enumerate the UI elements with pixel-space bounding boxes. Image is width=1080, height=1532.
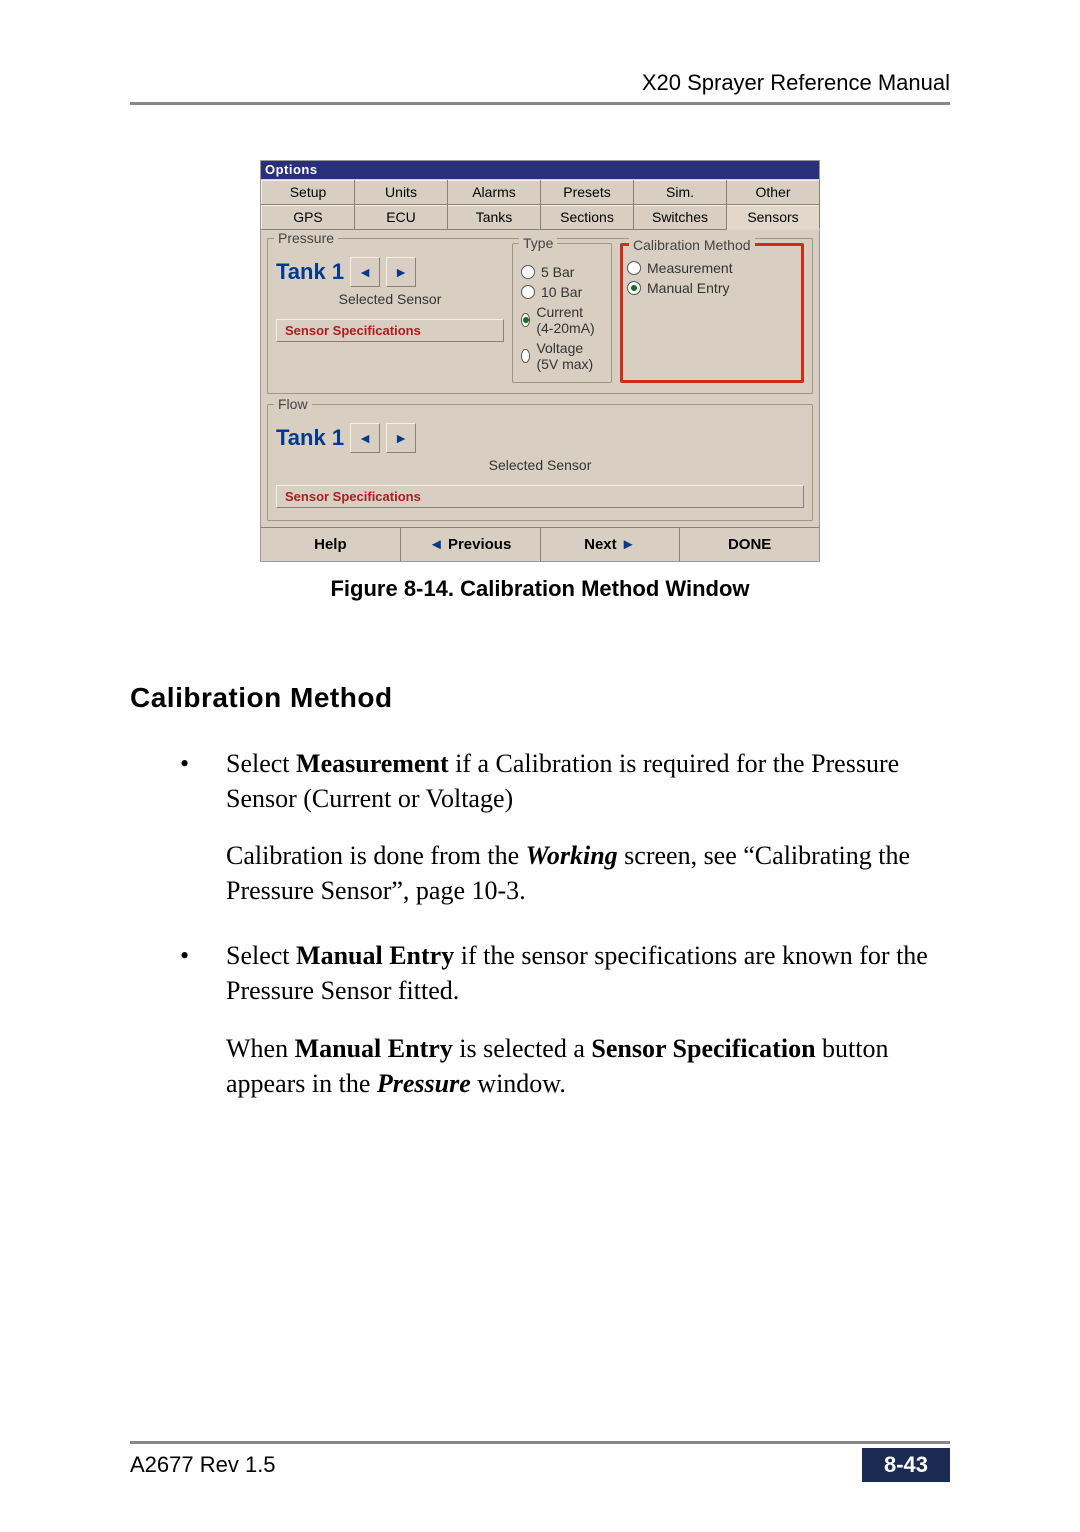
calibration-legend: Calibration Method — [629, 237, 755, 253]
options-window: Options Setup Units Alarms Presets Sim. … — [260, 160, 820, 562]
done-button[interactable]: DONE — [680, 528, 819, 561]
text: is selected a — [453, 1034, 592, 1063]
radio-icon — [627, 281, 641, 295]
type-option-label: 10 Bar — [541, 284, 582, 300]
chevron-right-icon: ► — [617, 536, 636, 553]
flow-tank-label: Tank 1 — [276, 425, 344, 451]
list-item: Select Manual Entry if the sensor specif… — [170, 938, 950, 1100]
tab-setup[interactable]: Setup — [262, 181, 355, 205]
bottom-bar: Help ◄ Previous Next ► DONE — [261, 527, 819, 561]
flow-tank-box: Tank 1 ◄ ► Selected Sensor Sensor Specif… — [276, 423, 804, 508]
page-header: X20 Sprayer Reference Manual — [130, 70, 950, 105]
section-heading: Calibration Method — [130, 682, 950, 714]
pressure-next-tank-button[interactable]: ► — [386, 257, 416, 287]
radio-icon — [521, 285, 535, 299]
figure-caption: Figure 8-14. Calibration Method Window — [260, 576, 820, 602]
tab-sensors[interactable]: Sensors — [727, 206, 820, 230]
chevron-right-icon: ► — [394, 430, 408, 446]
type-option-current[interactable]: Current (4-20mA) — [521, 302, 603, 338]
tab-gps[interactable]: GPS — [262, 206, 355, 230]
flow-selected-sensor-label: Selected Sensor — [276, 457, 804, 473]
next-label: Next — [584, 536, 617, 553]
pressure-sensor-specifications-button[interactable]: Sensor Specifications — [276, 319, 504, 342]
tab-alarms[interactable]: Alarms — [448, 181, 541, 205]
text-bold: Manual Entry — [295, 1034, 453, 1063]
header-title: X20 Sprayer Reference Manual — [642, 70, 950, 95]
help-button[interactable]: Help — [261, 528, 401, 561]
tab-presets[interactable]: Presets — [541, 181, 634, 205]
pressure-prev-tank-button[interactable]: ◄ — [350, 257, 380, 287]
window-title: Options — [261, 161, 819, 179]
text-bold-italic: Working — [526, 841, 618, 870]
chevron-left-icon: ◄ — [358, 430, 372, 446]
radio-icon — [521, 349, 530, 363]
tab-sections[interactable]: Sections — [541, 206, 634, 230]
flow-legend: Flow — [274, 396, 312, 412]
next-button[interactable]: Next ► — [541, 528, 681, 561]
paragraph: When Manual Entry is selected a Sensor S… — [226, 1031, 950, 1101]
type-option-voltage[interactable]: Voltage (5V max) — [521, 338, 603, 374]
tab-rows: Setup Units Alarms Presets Sim. Other GP… — [261, 180, 819, 230]
text: When — [226, 1034, 295, 1063]
type-option-10bar[interactable]: 10 Bar — [521, 282, 603, 302]
body-list: Select Measurement if a Calibration is r… — [170, 746, 950, 1101]
chevron-left-icon: ◄ — [429, 536, 448, 553]
tab-units[interactable]: Units — [355, 181, 448, 205]
text-bold: Sensor Specification — [591, 1034, 815, 1063]
text-bold-italic: Pressure — [377, 1069, 471, 1098]
pressure-selected-sensor-label: Selected Sensor — [276, 291, 504, 307]
previous-button[interactable]: ◄ Previous — [401, 528, 541, 561]
footer-revision: A2677 Rev 1.5 — [130, 1452, 276, 1478]
pressure-tank-label: Tank 1 — [276, 259, 344, 285]
tab-sim[interactable]: Sim. — [634, 181, 727, 205]
radio-icon — [627, 261, 641, 275]
flow-next-tank-button[interactable]: ► — [386, 423, 416, 453]
type-option-label: Current (4-20mA) — [536, 304, 603, 336]
chevron-right-icon: ► — [394, 264, 408, 280]
flow-group: Flow Tank 1 ◄ ► Selected Sensor S — [267, 404, 813, 521]
list-item: Select Measurement if a Calibration is r… — [170, 746, 950, 908]
pressure-legend: Pressure — [274, 230, 338, 246]
type-legend: Type — [519, 235, 557, 251]
radio-icon — [521, 265, 535, 279]
tab-switches[interactable]: Switches — [634, 206, 727, 230]
cal-option-measurement[interactable]: Measurement — [627, 258, 797, 278]
footer-page-number: 8-43 — [862, 1448, 950, 1482]
page-footer: A2677 Rev 1.5 8-43 — [130, 1441, 950, 1482]
tab-tanks[interactable]: Tanks — [448, 206, 541, 230]
figure-container: Options Setup Units Alarms Presets Sim. … — [260, 160, 820, 602]
page: X20 Sprayer Reference Manual Options Set… — [0, 0, 1080, 1532]
pressure-tank-box: Tank 1 ◄ ► Selected Sensor Sensor Specif… — [276, 257, 504, 383]
text: Select — [226, 749, 296, 778]
calibration-method-group: Calibration Method Measurement Manual En… — [620, 243, 804, 383]
chevron-left-icon: ◄ — [358, 264, 372, 280]
cal-option-label: Measurement — [647, 260, 733, 276]
sensors-pane: Pressure Tank 1 ◄ ► — [261, 230, 819, 527]
text-bold: Measurement — [296, 749, 449, 778]
type-group: Type 5 Bar 10 Bar Current — [512, 243, 612, 383]
flow-prev-tank-button[interactable]: ◄ — [350, 423, 380, 453]
previous-label: Previous — [448, 536, 511, 553]
text: Calibration is done from the — [226, 841, 526, 870]
flow-sensor-specifications-button[interactable]: Sensor Specifications — [276, 485, 804, 508]
text: Select — [226, 941, 296, 970]
tab-row-2: GPS ECU Tanks Sections Switches Sensors — [261, 205, 820, 230]
tab-other[interactable]: Other — [727, 181, 820, 205]
paragraph: Calibration is done from the Working scr… — [226, 838, 950, 908]
type-option-label: Voltage (5V max) — [536, 340, 603, 372]
text-bold: Manual Entry — [296, 941, 454, 970]
type-option-label: 5 Bar — [541, 264, 574, 280]
type-option-5bar[interactable]: 5 Bar — [521, 262, 603, 282]
cal-option-label: Manual Entry — [647, 280, 729, 296]
text: window. — [471, 1069, 566, 1098]
cal-option-manual-entry[interactable]: Manual Entry — [627, 278, 797, 298]
radio-icon — [521, 313, 530, 327]
tab-ecu[interactable]: ECU — [355, 206, 448, 230]
pressure-group: Pressure Tank 1 ◄ ► — [267, 238, 813, 394]
tab-row-1: Setup Units Alarms Presets Sim. Other — [261, 180, 820, 205]
